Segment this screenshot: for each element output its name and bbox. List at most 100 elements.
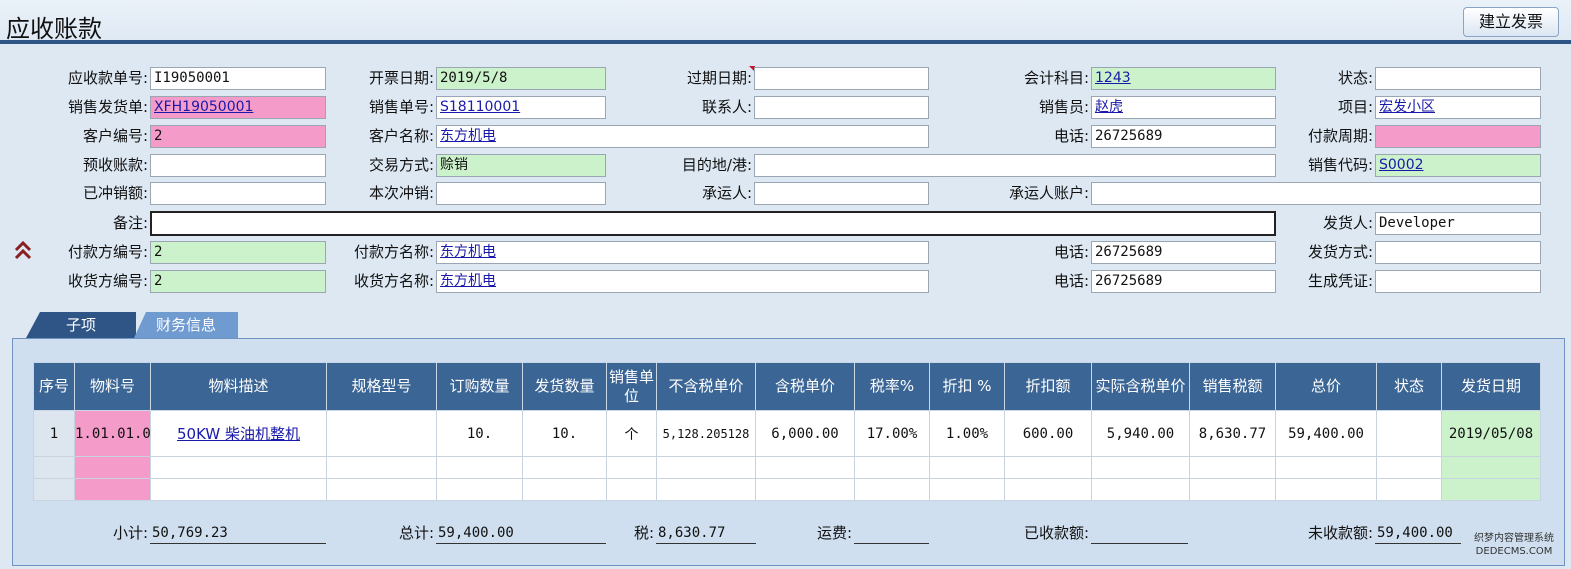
sales-code-field[interactable]: S0002	[1375, 154, 1541, 177]
cell-price-in[interactable]	[755, 478, 855, 501]
tab-finance[interactable]: 财务信息	[134, 312, 238, 338]
cell-discount[interactable]: 1.00%	[929, 410, 1005, 457]
cell-tax-rate[interactable]	[854, 478, 930, 501]
table-row[interactable]	[33, 478, 1541, 501]
col-status[interactable]: 状态	[1376, 362, 1442, 411]
cell-ship-date[interactable]	[1441, 456, 1541, 479]
cell-seq[interactable]	[33, 478, 75, 501]
shipper-field[interactable]: Developer	[1375, 212, 1541, 235]
cell-tax-amt[interactable]: 8,630.77	[1189, 410, 1276, 457]
cell-ship-date[interactable]	[1441, 478, 1541, 501]
table-row[interactable]	[33, 456, 1541, 479]
due-date-field[interactable]	[754, 67, 929, 90]
account-link[interactable]: 1243	[1095, 70, 1131, 86]
cell-ship-date[interactable]: 2019/05/08	[1441, 410, 1541, 457]
sales-order-field[interactable]: S18110001	[436, 96, 606, 119]
delivery-no-field[interactable]: XFH19050001	[150, 96, 326, 119]
col-spec[interactable]: 规格型号	[326, 362, 437, 411]
cell-actual-price[interactable]	[1091, 456, 1190, 479]
col-tax-rate[interactable]: 税率%	[854, 362, 930, 411]
payer-phone-field[interactable]: 26725689	[1091, 241, 1276, 264]
cell-tax-amt[interactable]	[1189, 456, 1276, 479]
tab-items[interactable]: 子项	[26, 312, 136, 338]
memo-field[interactable]	[150, 211, 1276, 236]
cell-total[interactable]	[1275, 478, 1377, 501]
cell-price-in[interactable]	[755, 456, 855, 479]
cell-price-ex[interactable]: 5,128.205128	[656, 410, 756, 457]
salesperson-link[interactable]: 赵虎	[1095, 99, 1123, 115]
col-material-no[interactable]: 物料号	[74, 362, 151, 411]
col-discount[interactable]: 折扣 %	[929, 362, 1005, 411]
cell-unit[interactable]: 个	[606, 410, 657, 457]
cell-unit[interactable]	[606, 478, 657, 501]
create-invoice-button[interactable]: 建立发票	[1463, 7, 1559, 37]
delivery-no-link[interactable]: XFH19050001	[154, 99, 253, 115]
cell-tax-rate[interactable]	[854, 456, 930, 479]
carrier-account-field[interactable]	[1091, 182, 1541, 205]
cell-spec[interactable]	[326, 478, 437, 501]
col-desc[interactable]: 物料描述	[150, 362, 327, 411]
receiver-phone-field[interactable]: 26725689	[1091, 270, 1276, 293]
cell-ship-qty[interactable]	[522, 456, 607, 479]
cell-price-ex[interactable]	[656, 478, 756, 501]
col-discount-amt[interactable]: 折扣额	[1004, 362, 1092, 411]
status-field[interactable]	[1375, 67, 1541, 90]
written-off-field[interactable]	[150, 182, 326, 205]
col-order-qty[interactable]: 订购数量	[436, 362, 523, 411]
customer-name-link[interactable]: 东方机电	[440, 128, 496, 144]
cell-material-no[interactable]	[74, 456, 151, 479]
destination-field[interactable]	[754, 154, 1276, 177]
sales-order-link[interactable]: S18110001	[440, 99, 520, 115]
phone-field[interactable]: 26725689	[1091, 125, 1276, 148]
cell-actual-price[interactable]: 5,940.00	[1091, 410, 1190, 457]
cell-desc-link[interactable]: 50KW 柴油机整机	[150, 410, 327, 457]
col-seq[interactable]: 序号	[33, 362, 75, 411]
cell-price-in[interactable]: 6,000.00	[755, 410, 855, 457]
cell-material-no[interactable]	[74, 478, 151, 501]
cell-spec[interactable]	[326, 410, 437, 457]
cell-order-qty[interactable]: 10.	[436, 410, 523, 457]
cell-discount[interactable]	[929, 478, 1005, 501]
voucher-field[interactable]	[1375, 270, 1541, 293]
cell-spec[interactable]	[326, 456, 437, 479]
cell-status[interactable]	[1376, 456, 1442, 479]
invoice-date-field[interactable]: 2019/5/8	[436, 67, 606, 90]
cell-status[interactable]	[1376, 478, 1442, 501]
col-unit[interactable]: 销售单位	[606, 362, 657, 411]
cell-desc[interactable]	[150, 478, 327, 501]
prepaid-field[interactable]	[150, 154, 326, 177]
cell-tax-rate[interactable]: 17.00%	[854, 410, 930, 457]
col-price-in[interactable]: 含税单价	[755, 362, 855, 411]
cell-seq[interactable]: 1	[33, 410, 75, 457]
this-writeoff-field[interactable]	[436, 182, 606, 205]
payer-name-field[interactable]: 东方机电	[436, 241, 929, 264]
cell-status[interactable]	[1376, 410, 1442, 457]
cell-material-no[interactable]: 1.01.01.001	[74, 410, 151, 457]
cell-price-ex[interactable]	[656, 456, 756, 479]
cell-order-qty[interactable]	[436, 478, 523, 501]
customer-no-field[interactable]: 2	[150, 125, 326, 148]
customer-name-field[interactable]: 东方机电	[436, 125, 929, 148]
contact-field[interactable]	[754, 96, 929, 119]
col-total[interactable]: 总价	[1275, 362, 1377, 411]
cell-unit[interactable]	[606, 456, 657, 479]
receiver-name-link[interactable]: 东方机电	[440, 273, 496, 289]
cell-ship-qty[interactable]	[522, 478, 607, 501]
ar-no-field[interactable]: I19050001	[150, 67, 326, 90]
trade-method-field[interactable]: 赊销	[436, 154, 606, 177]
project-link[interactable]: 宏发小区	[1379, 99, 1435, 115]
cell-ship-qty[interactable]: 10.	[522, 410, 607, 457]
payer-name-link[interactable]: 东方机电	[440, 244, 496, 260]
col-ship-qty[interactable]: 发货数量	[522, 362, 607, 411]
cell-discount[interactable]	[929, 456, 1005, 479]
cell-discount-amt[interactable]	[1004, 478, 1092, 501]
carrier-field[interactable]	[754, 182, 929, 205]
cell-tax-amt[interactable]	[1189, 478, 1276, 501]
account-field[interactable]: 1243	[1091, 67, 1276, 90]
salesperson-field[interactable]: 赵虎	[1091, 96, 1276, 119]
col-price-ex[interactable]: 不含税单价	[656, 362, 756, 411]
cell-actual-price[interactable]	[1091, 478, 1190, 501]
payment-period-field[interactable]	[1375, 125, 1541, 148]
ship-method-field[interactable]	[1375, 241, 1541, 264]
table-row[interactable]: 1 1.01.01.001 50KW 柴油机整机 10. 10. 个 5,128…	[33, 410, 1541, 457]
